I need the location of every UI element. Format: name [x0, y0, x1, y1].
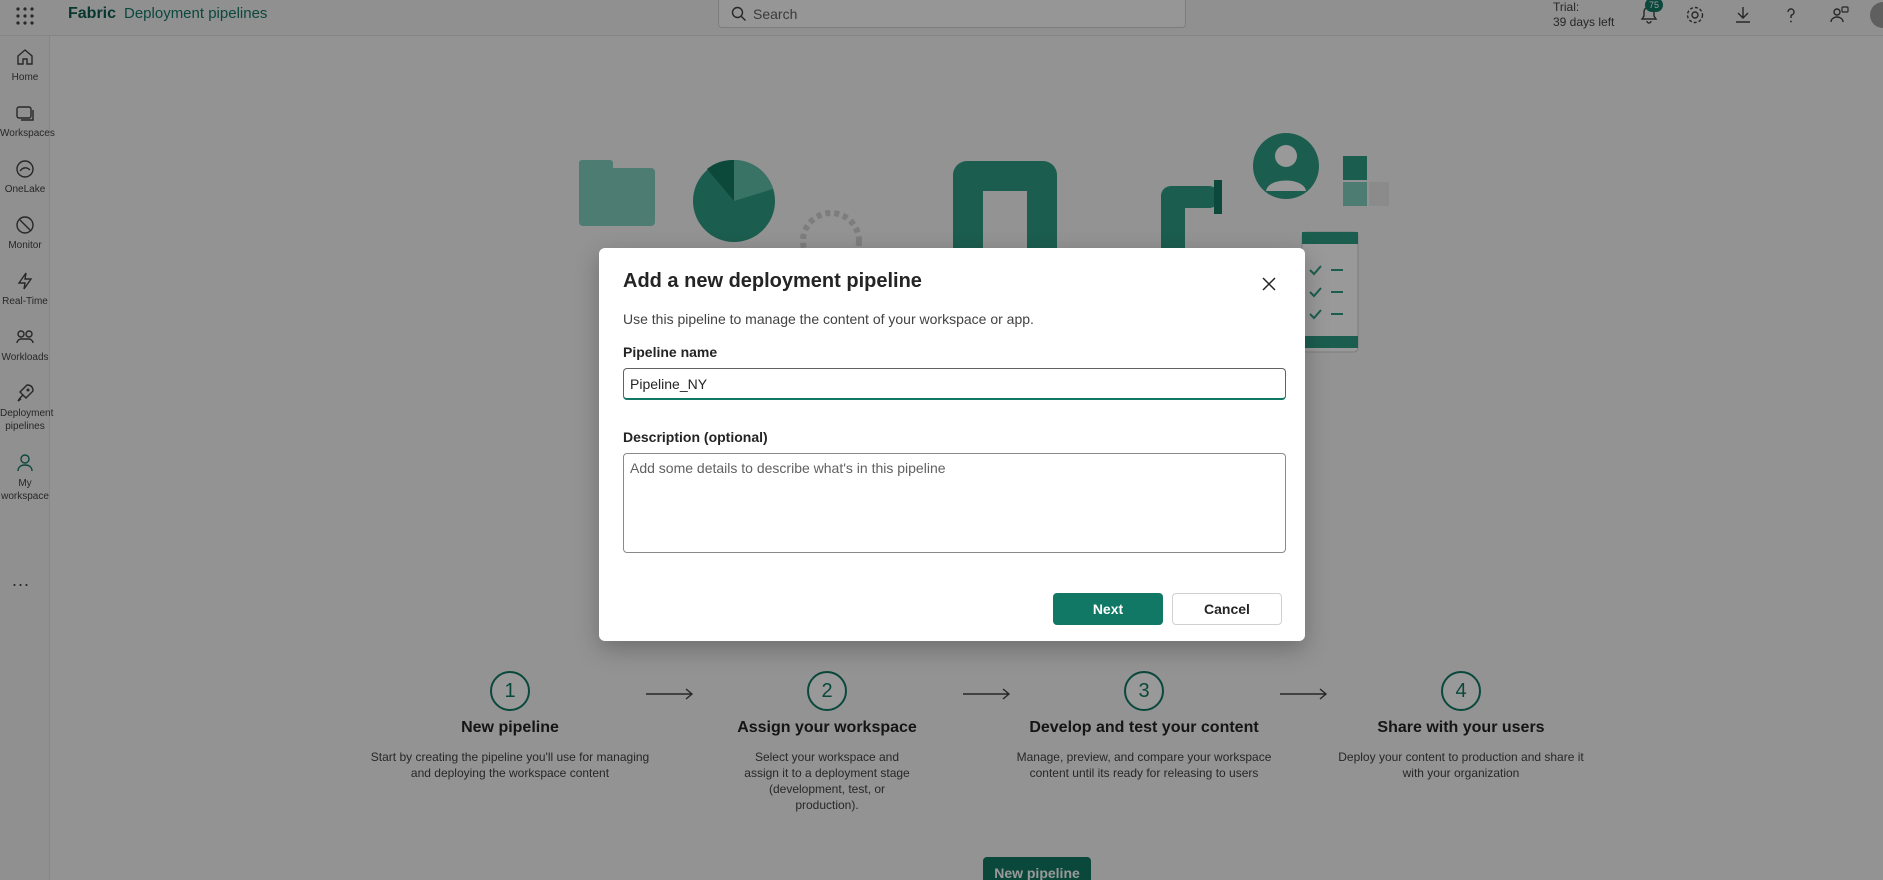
dialog-subtitle: Use this pipeline to manage the content … [623, 311, 1034, 327]
pipeline-name-label: Pipeline name [623, 344, 718, 360]
description-label: Description (optional) [623, 429, 768, 445]
pipeline-name-input[interactable] [623, 368, 1286, 400]
description-textarea[interactable] [623, 453, 1286, 553]
next-button[interactable]: Next [1053, 593, 1163, 625]
close-icon[interactable] [1259, 274, 1279, 294]
add-pipeline-dialog: Add a new deployment pipeline Use this p… [599, 248, 1305, 641]
dialog-title: Add a new deployment pipeline [623, 270, 922, 292]
cancel-button[interactable]: Cancel [1172, 593, 1282, 625]
